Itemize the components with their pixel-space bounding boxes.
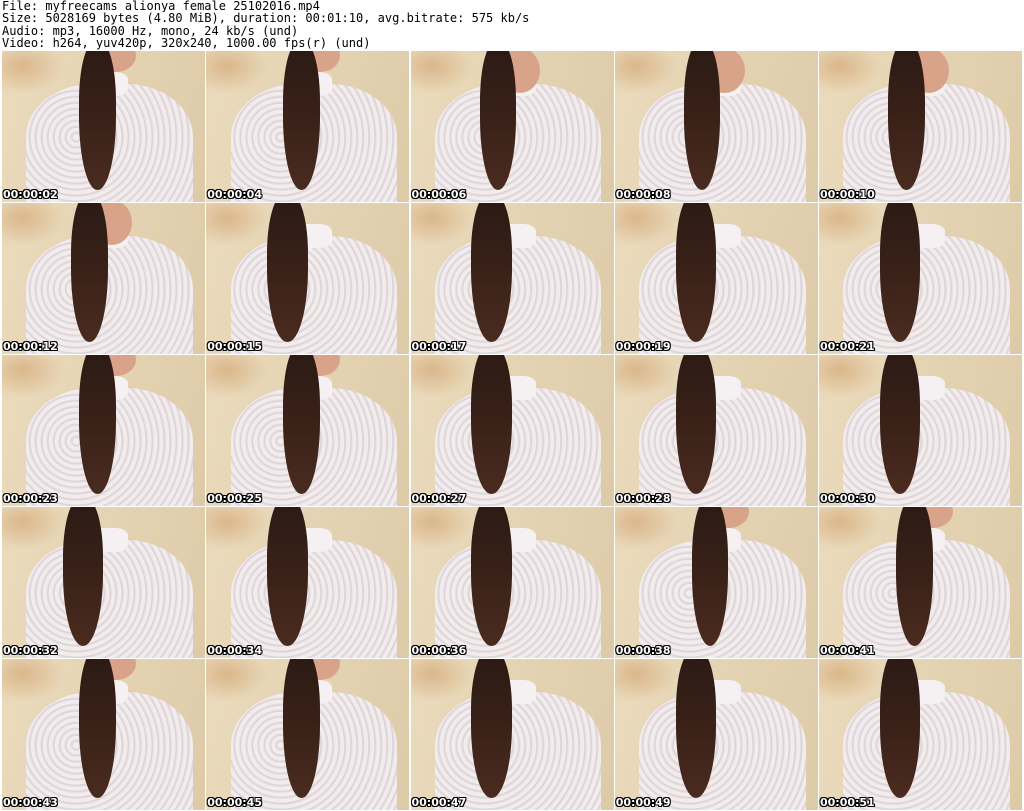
frame-timestamp: 00:00:49	[615, 796, 671, 809]
frame-lace-blouse	[639, 84, 806, 202]
frame-timestamp: 00:00:23	[3, 492, 58, 505]
frame-hair	[471, 659, 512, 798]
video-frame-thumbnail: 00:00:21	[819, 203, 1022, 354]
frame-hair	[283, 355, 320, 494]
frame-lace-blouse	[434, 236, 602, 354]
video-frame-thumbnail: 00:00:47	[410, 659, 614, 810]
video-frame-thumbnail: 00:00:08	[614, 51, 818, 202]
frame-lace-blouse	[843, 388, 1010, 506]
frame-hair	[471, 355, 512, 494]
frame-timestamp: 00:00:21	[820, 340, 875, 353]
frame-hair	[283, 659, 320, 798]
frame-hair	[896, 507, 933, 646]
audio-info-line: Audio: mp3, 16000 Hz, mono, 24 kb/s (und…	[2, 24, 299, 38]
frame-hair	[79, 659, 116, 798]
frame-lace-blouse	[26, 540, 193, 658]
video-frame-thumbnail: 00:00:02	[2, 51, 205, 202]
video-frame-thumbnail: 00:00:23	[2, 355, 205, 506]
frame-timestamp: 00:00:45	[207, 796, 262, 809]
video-frame-thumbnail: 00:00:36	[410, 507, 614, 658]
video-frame-thumbnail: 00:00:51	[819, 659, 1022, 810]
frame-timestamp: 00:00:04	[207, 188, 262, 201]
video-frame-thumbnail: 00:00:04	[206, 51, 410, 202]
video-frame-thumbnail: 00:00:19	[614, 203, 818, 354]
frame-lace-blouse	[434, 692, 602, 810]
video-frame-thumbnail: 00:00:38	[614, 507, 818, 658]
frame-timestamp: 00:00:43	[3, 796, 58, 809]
frame-timestamp: 00:00:47	[411, 796, 467, 809]
video-frame-thumbnail: 00:00:17	[410, 203, 614, 354]
thumbnail-grid: 00:00:02 00:00:04 00:00:06 00:00:08 00:00:10…	[2, 51, 1022, 810]
video-frame-thumbnail: 00:00:12	[2, 203, 205, 354]
video-frame-thumbnail: 00:00:28	[614, 355, 818, 506]
frame-hair	[79, 51, 116, 190]
frame-timestamp: 00:00:02	[3, 188, 58, 201]
video-frame-thumbnail: 00:00:41	[819, 507, 1022, 658]
frame-lace-blouse	[639, 388, 806, 506]
video-frame-thumbnail: 00:00:43	[2, 659, 205, 810]
video-frame-thumbnail: 00:00:15	[206, 203, 410, 354]
frame-lace-blouse	[843, 692, 1010, 810]
video-frame-thumbnail: 00:00:30	[819, 355, 1022, 506]
video-frame-thumbnail: 00:00:06	[410, 51, 614, 202]
frame-timestamp: 00:00:06	[411, 188, 467, 201]
frame-hair	[267, 507, 308, 646]
frame-timestamp: 00:00:17	[411, 340, 467, 353]
frame-hair	[471, 507, 512, 646]
file-size-line: Size: 5028169 bytes (4.80 MiB), duration…	[2, 12, 530, 25]
frame-lace-blouse	[843, 236, 1010, 354]
frame-hair	[79, 355, 116, 494]
frame-lace-blouse	[230, 236, 398, 354]
video-frame-thumbnail: 00:00:49	[614, 659, 818, 810]
frame-hair	[479, 51, 517, 190]
frame-hair	[888, 51, 925, 190]
frame-lace-blouse	[434, 84, 602, 202]
video-frame-thumbnail: 00:00:10	[819, 51, 1022, 202]
frame-lace-blouse	[639, 692, 806, 810]
frame-lace-blouse	[230, 540, 398, 658]
frame-timestamp: 00:00:10	[820, 188, 875, 201]
frame-timestamp: 00:00:38	[615, 644, 671, 657]
video-frame-thumbnail: 00:00:32	[2, 507, 205, 658]
frame-timestamp: 00:00:30	[820, 492, 875, 505]
frame-lace-blouse	[843, 84, 1010, 202]
video-frame-thumbnail: 00:00:45	[206, 659, 410, 810]
frame-lace-blouse	[434, 388, 602, 506]
frame-hair	[471, 203, 512, 342]
frame-timestamp: 00:00:27	[411, 492, 467, 505]
frame-timestamp: 00:00:08	[615, 188, 671, 201]
frame-timestamp: 00:00:25	[207, 492, 262, 505]
video-frame-thumbnail: 00:00:25	[206, 355, 410, 506]
frame-timestamp: 00:00:51	[820, 796, 875, 809]
frame-hair	[71, 203, 108, 342]
video-info-line: Video: h264, yuv420p, 320x240, 1000.00 f…	[2, 37, 371, 50]
file-name-line: File: myfreecams_alionya_female_25102016…	[2, 0, 320, 13]
frame-timestamp: 00:00:12	[3, 340, 58, 353]
frame-lace-blouse	[434, 540, 602, 658]
frame-timestamp: 00:00:36	[411, 644, 467, 657]
frame-hair	[267, 203, 308, 342]
frame-timestamp: 00:00:32	[3, 644, 58, 657]
frame-timestamp: 00:00:15	[207, 340, 262, 353]
file-info-header: File: myfreecams_alionya_female_25102016…	[2, 0, 1022, 50]
frame-timestamp: 00:00:19	[615, 340, 671, 353]
video-frame-thumbnail: 00:00:34	[206, 507, 410, 658]
frame-timestamp: 00:00:41	[820, 644, 875, 657]
frame-timestamp: 00:00:28	[615, 492, 671, 505]
frame-lace-blouse	[639, 236, 806, 354]
frame-hair	[283, 51, 320, 190]
frame-timestamp: 00:00:34	[207, 644, 262, 657]
video-frame-thumbnail: 00:00:27	[410, 355, 614, 506]
frame-lace-blouse	[26, 236, 193, 354]
